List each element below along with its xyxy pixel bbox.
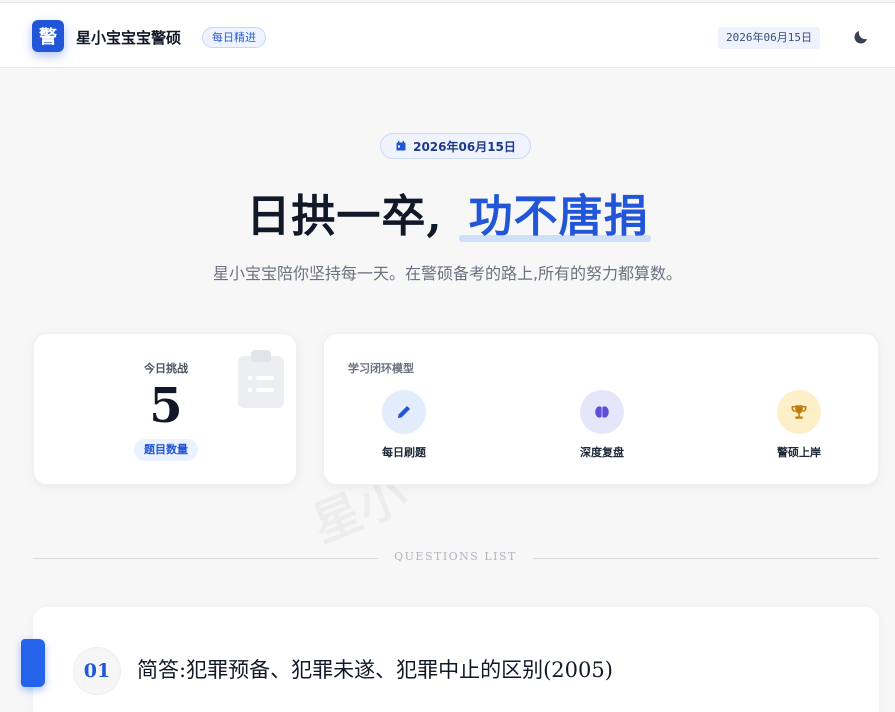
floating-side-tab[interactable] (21, 639, 45, 687)
question-number: 01 (73, 647, 121, 695)
hero-date-text: 2026年06月15日 (413, 139, 516, 154)
moon-icon[interactable] (852, 28, 870, 46)
app-logo[interactable]: 警 (32, 20, 64, 52)
step-label: 深度复盘 (580, 446, 624, 459)
header-date: 2026年06月15日 (718, 27, 820, 49)
step-deep-review[interactable]: 深度复盘 (557, 390, 647, 460)
trophy-icon (791, 405, 807, 419)
step-label: 警硕上岸 (777, 446, 821, 459)
hero-date-pill: 2026年06月15日 (380, 133, 531, 159)
question-title[interactable]: 简答:犯罪预备、犯罪未遂、犯罪中止的区别(2005) (137, 654, 613, 684)
step-icon-circle (580, 390, 624, 434)
pencil-icon (398, 406, 410, 418)
learning-loop-card: 学习闭环模型 每日刷题 深度复盘 警硕上岸 (323, 333, 879, 485)
question-card[interactable]: 01 简答:犯罪预备、犯罪未遂、犯罪中止的区别(2005) (33, 607, 879, 712)
step-icon-circle (777, 390, 821, 434)
loop-title: 学习闭环模型 (348, 362, 414, 375)
hero-headline: 日拱一卒, 功不唐捐 (0, 180, 895, 244)
step-label: 每日刷题 (382, 446, 426, 459)
clipboard-list-icon (238, 350, 284, 408)
top-bar: 警 星小宝宝宝警硕 每日精进 2026年06月15日 (0, 2, 895, 68)
step-pass-exam[interactable]: 警硕上岸 (754, 390, 844, 460)
challenge-tag: 题目数量 (134, 439, 198, 461)
section-divider-label: QUESTIONS LIST (394, 550, 517, 563)
brand-badge: 每日精进 (202, 27, 266, 48)
step-icon-circle (382, 390, 426, 434)
headline-accent: 功不唐捐 (458, 180, 651, 244)
hero-subline: 星小宝宝陪你坚持每一天。在警硕备考的路上,所有的努力都算数。 (212, 264, 683, 283)
divider-line-left (33, 558, 378, 559)
divider-line-right (533, 558, 879, 559)
daily-challenge-card: 今日挑战 5 题目数量 (33, 333, 297, 485)
headline-plain: 日拱一卒, (246, 191, 443, 242)
calendar-icon (396, 141, 406, 151)
brain-icon (595, 406, 609, 418)
brand-name: 星小宝宝宝警硕 (76, 29, 182, 47)
step-daily-practice[interactable]: 每日刷题 (359, 390, 449, 460)
